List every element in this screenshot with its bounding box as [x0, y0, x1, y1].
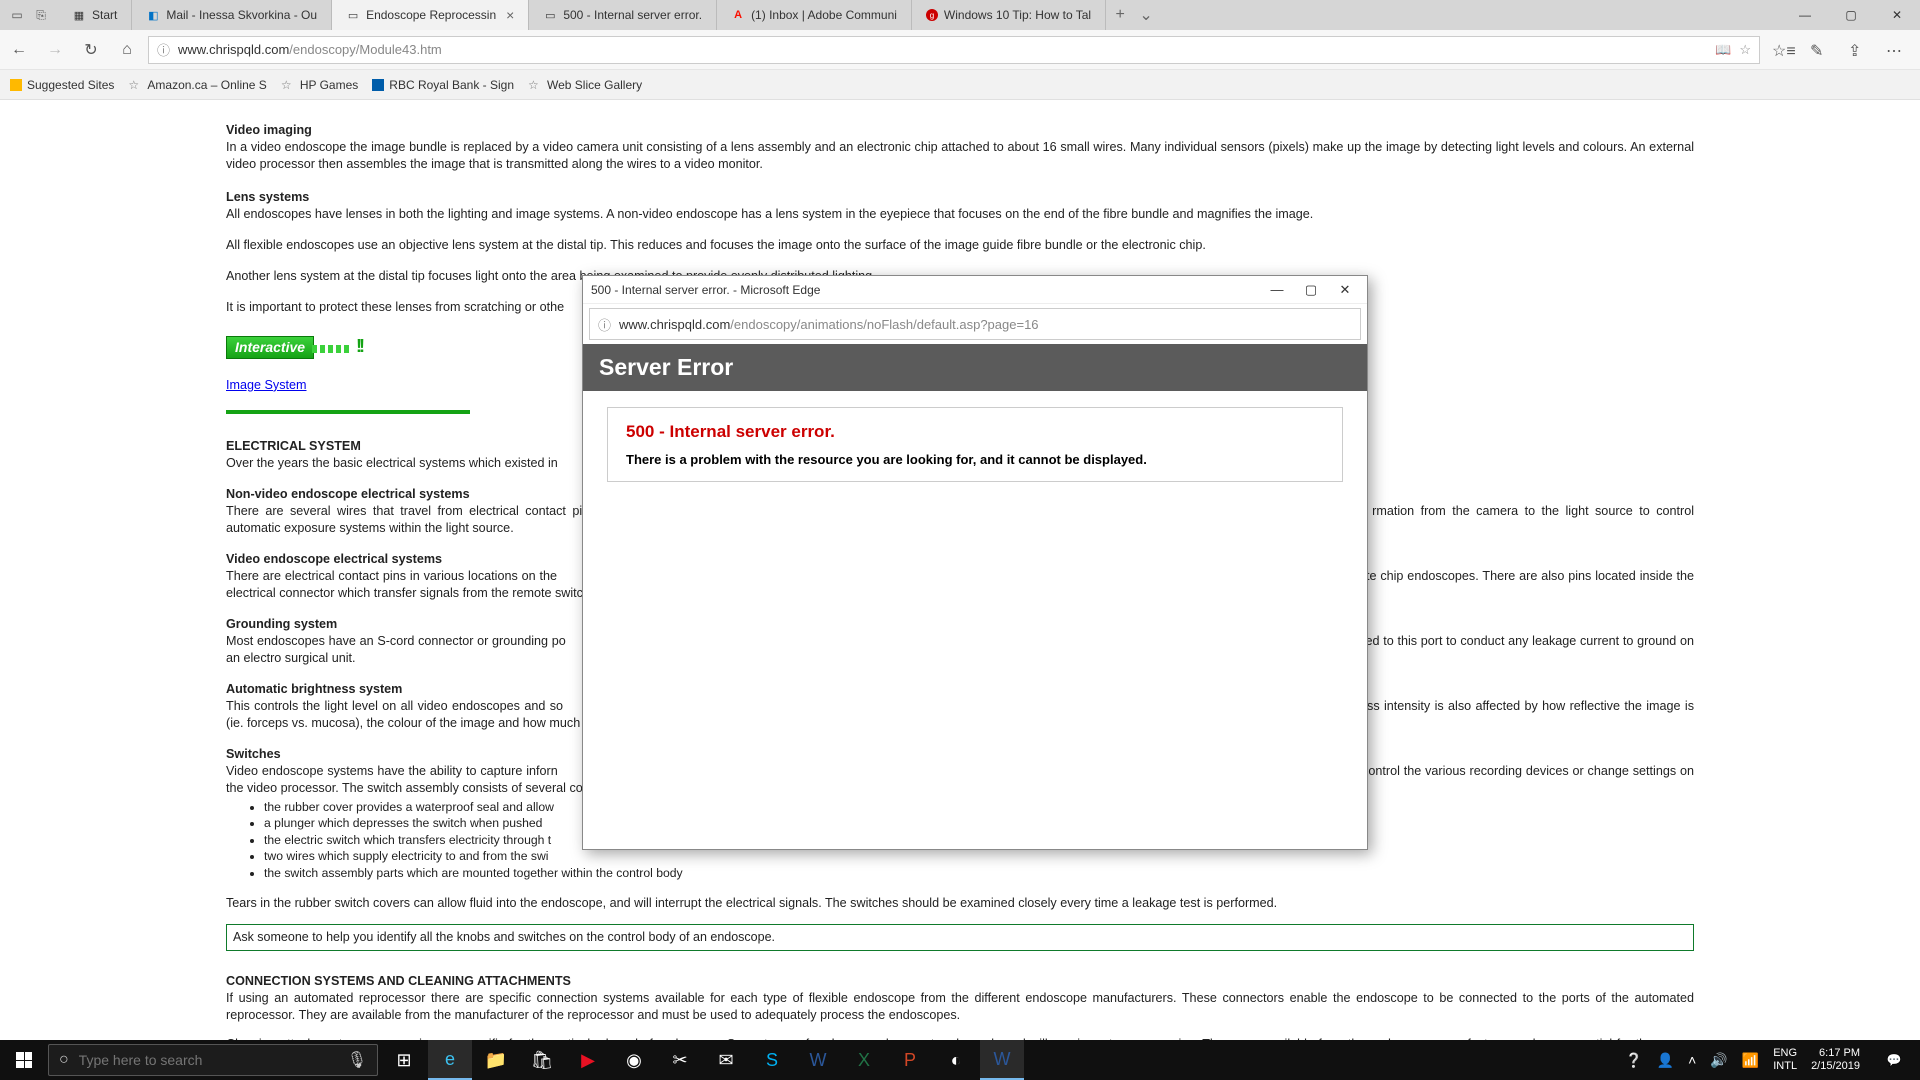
list-item: two wires which supply electricity to an… — [264, 848, 1694, 864]
popup-window: 500 - Internal server error. - Microsoft… — [582, 275, 1368, 850]
popup-url-input[interactable]: ⓘ www.chrispqld.com/endoscopy/animations… — [589, 308, 1361, 340]
site-info-icon[interactable]: ⓘ — [157, 40, 170, 59]
para: In a video endoscope the image bundle is… — [226, 139, 1694, 173]
settings-icon[interactable]: ⋯ — [1886, 41, 1904, 59]
action-center-icon[interactable]: 💬 — [1874, 1040, 1914, 1080]
volume-icon[interactable]: 🔊 — [1710, 1052, 1727, 1069]
app-mail[interactable]: ✉ — [704, 1040, 748, 1080]
tab-500[interactable]: ▭500 - Internal server error. — [529, 0, 717, 30]
favorites-hub-icon[interactable]: ☆≡ — [1772, 41, 1790, 59]
tab-win10tip[interactable]: gWindows 10 Tip: How to Tal — [912, 0, 1106, 30]
heading-video-imaging: Video imaging — [226, 122, 1694, 139]
app-word2[interactable]: W — [980, 1040, 1024, 1080]
clock[interactable]: 6:17 PM 2/15/2019 — [1811, 1047, 1860, 1072]
tab-adobe[interactable]: A(1) Inbox | Adobe Communi — [717, 0, 912, 30]
popup-title: 500 - Internal server error. - Microsoft… — [591, 283, 1267, 297]
minimize-button[interactable]: — — [1782, 0, 1828, 30]
search-box[interactable]: ○ 🎙 — [48, 1044, 378, 1076]
tab-endoscope[interactable]: ▭Endoscope Reprocessin× — [332, 0, 529, 30]
system-tray: ❔ 👤 ˄ 🔊 📶 ENG INTL 6:17 PM 2/15/2019 💬 — [1625, 1040, 1920, 1080]
address-bar: ← → ↻ ⌂ ⓘ www.chrispqld.com/endoscopy/Mo… — [0, 30, 1920, 70]
start-button[interactable] — [0, 1040, 48, 1080]
url-input[interactable]: ⓘ www.chrispqld.com/endoscopy/Module43.h… — [148, 36, 1760, 64]
fav-rbc[interactable]: RBC Royal Bank - Sign — [372, 78, 514, 92]
url-host: www.chrispqld.com — [178, 42, 289, 57]
tab-label: 500 - Internal server error. — [563, 8, 702, 22]
para: All flexible endoscopes use an objective… — [226, 237, 1694, 254]
tab-mail[interactable]: ◧Mail - Inessa Skvorkina - Ou — [132, 0, 332, 30]
para: All endoscopes have lenses in both the l… — [226, 206, 1694, 223]
maximize-button[interactable]: ▢ — [1828, 0, 1874, 30]
back-button[interactable]: ← — [10, 41, 28, 59]
site-info-icon[interactable]: ⓘ — [598, 315, 611, 334]
search-input[interactable] — [79, 1052, 337, 1068]
close-button[interactable]: ✕ — [1874, 0, 1920, 30]
tab-label: Mail - Inessa Skvorkina - Ou — [166, 8, 317, 22]
reading-view-icon[interactable]: 📖 — [1715, 42, 1731, 58]
new-tab-button[interactable]: + — [1106, 0, 1134, 30]
popup-titlebar[interactable]: 500 - Internal server error. - Microsoft… — [583, 276, 1367, 304]
taskbar: ○ 🎙 ⊞ e 📁 🛍 ▶ ◉ ✂ ✉ S W X P ◐ W ❔ 👤 ˄ 🔊 … — [0, 1040, 1920, 1080]
error-message: There is a problem with the resource you… — [626, 452, 1324, 467]
list-item: the switch assembly parts which are moun… — [264, 865, 1694, 881]
url-path: /endoscopy/Module43.htm — [289, 42, 441, 57]
fav-hp[interactable]: ☆HP Games — [281, 78, 358, 92]
mic-icon[interactable]: 🎙 — [347, 1050, 367, 1070]
tab-label: (1) Inbox | Adobe Communi — [751, 8, 897, 22]
tab-label: Windows 10 Tip: How to Tal — [944, 8, 1091, 22]
app-snagit[interactable]: ◐ — [934, 1040, 978, 1080]
divider — [226, 410, 470, 414]
maximize-button[interactable]: ▢ — [1301, 282, 1321, 298]
app-store[interactable]: 🛍 — [520, 1040, 564, 1080]
app-skype[interactable]: S — [750, 1040, 794, 1080]
favorite-icon[interactable]: ☆ — [1739, 42, 1751, 58]
tab-label: Start — [92, 8, 117, 22]
task-box: Ask someone to help you identify all the… — [226, 924, 1694, 951]
titlebar: ▭ ⎘ ▦Start ◧Mail - Inessa Skvorkina - Ou… — [0, 0, 1920, 30]
para: Tears in the rubber switch covers can al… — [226, 895, 1694, 912]
app-snip[interactable]: ✂ — [658, 1040, 702, 1080]
notes-icon[interactable]: ✎ — [1810, 41, 1828, 59]
set-aside-icon[interactable]: ⎘ — [32, 6, 50, 24]
forward-button[interactable]: → — [46, 41, 64, 59]
link-image-system[interactable]: Image System — [226, 378, 307, 392]
app-chrome[interactable]: ◉ — [612, 1040, 656, 1080]
help-icon[interactable]: ❔ — [1625, 1052, 1642, 1069]
fav-webslice[interactable]: ☆Web Slice Gallery — [528, 78, 642, 92]
favorites-bar: Suggested Sites ☆Amazon.ca – Online S ☆H… — [0, 70, 1920, 100]
app-ppt[interactable]: P — [888, 1040, 932, 1080]
people-icon[interactable]: 👤 — [1657, 1052, 1674, 1069]
heading-connection: CONNECTION SYSTEMS AND CLEANING ATTACHME… — [226, 973, 1694, 990]
app-explorer[interactable]: 📁 — [474, 1040, 518, 1080]
tab-label: Endoscope Reprocessin — [366, 8, 496, 22]
tab-start[interactable]: ▦Start — [58, 0, 132, 30]
task-view-button[interactable]: ⊞ — [382, 1040, 426, 1080]
tab-overflow-icon[interactable]: ⌄ — [1134, 0, 1158, 30]
server-error-heading: Server Error — [583, 344, 1367, 391]
para: If using an automated reprocessor there … — [226, 990, 1694, 1024]
minimize-button[interactable]: — — [1267, 282, 1287, 298]
cortana-icon: ○ — [59, 1051, 69, 1069]
error-box: 500 - Internal server error. There is a … — [607, 407, 1343, 482]
app-edge[interactable]: e — [428, 1040, 472, 1080]
app-movies[interactable]: ▶ — [566, 1040, 610, 1080]
wifi-icon[interactable]: 📶 — [1742, 1052, 1759, 1069]
app-word1[interactable]: W — [796, 1040, 840, 1080]
home-button[interactable]: ⌂ — [118, 41, 136, 59]
refresh-button[interactable]: ↻ — [82, 41, 100, 59]
heading-lens: Lens systems — [226, 189, 1694, 206]
close-icon[interactable]: × — [506, 7, 514, 23]
language-indicator[interactable]: ENG INTL — [1773, 1047, 1797, 1072]
chevron-up-icon[interactable]: ˄ — [1688, 1052, 1696, 1068]
tab-actions-icon[interactable]: ▭ — [8, 6, 26, 24]
close-button[interactable]: ✕ — [1335, 282, 1355, 298]
browser-tabs: ▦Start ◧Mail - Inessa Skvorkina - Ou ▭En… — [58, 0, 1782, 30]
app-excel[interactable]: X — [842, 1040, 886, 1080]
fav-amazon[interactable]: ☆Amazon.ca – Online S — [128, 78, 266, 92]
fav-suggested[interactable]: Suggested Sites — [10, 78, 114, 92]
share-icon[interactable]: ⇪ — [1848, 41, 1866, 59]
error-title: 500 - Internal server error. — [626, 422, 1324, 442]
